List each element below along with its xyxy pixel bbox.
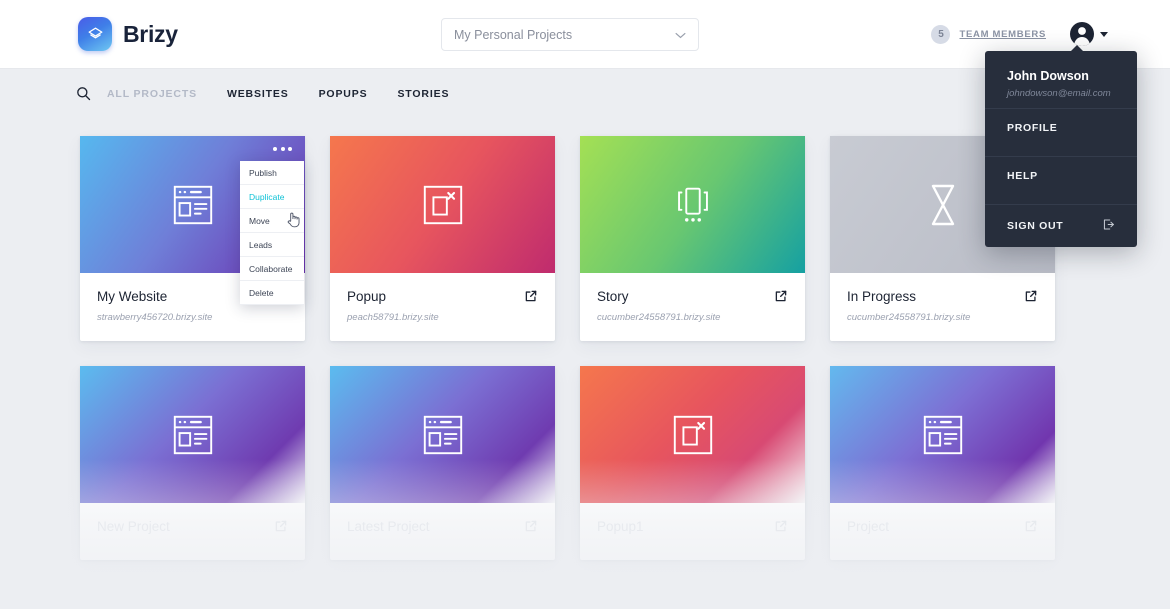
sub-navigation: ALL PROJECTS WEBSITES POPUPS STORIES: [76, 86, 479, 101]
card-url: cucumber24558791.brizy.site: [597, 312, 721, 323]
project-select-value: My Personal Projects: [454, 27, 573, 42]
projects-grid: Publish Duplicate Move Leads Collaborate…: [80, 136, 1092, 560]
menu-item-profile[interactable]: PROFILE: [985, 108, 1137, 147]
popup-close-icon: [423, 185, 462, 224]
brand-name: Brizy: [123, 20, 178, 47]
caret-down-icon: [1100, 31, 1108, 37]
card-context-menu: Publish Duplicate Move Leads Collaborate…: [240, 161, 304, 305]
project-card[interactable]: Popup peach58791.brizy.site: [330, 136, 555, 341]
subnav-item-stories[interactable]: STORIES: [397, 88, 449, 100]
card-title: New Project: [97, 519, 170, 534]
website-wireframe-icon: [923, 415, 962, 454]
team-members-count: 5: [931, 25, 951, 44]
website-wireframe-icon: [173, 415, 212, 454]
external-link-icon[interactable]: [524, 289, 538, 308]
popup-close-icon: [673, 415, 712, 454]
project-card[interactable]: New Project: [80, 366, 305, 560]
user-name: John Dowson: [1007, 69, 1089, 83]
project-card[interactable]: Latest Project: [330, 366, 555, 560]
context-menu-item-collaborate[interactable]: Collaborate: [240, 257, 304, 281]
user-email: johndowson@email.com: [1007, 88, 1111, 99]
pointer-hand-cursor-icon: [286, 211, 301, 233]
context-menu-item-leads[interactable]: Leads: [240, 233, 304, 257]
project-card[interactable]: Project: [830, 366, 1055, 560]
menu-item-help-label: HELP: [1007, 170, 1038, 182]
card-footer: Popup1: [580, 503, 805, 560]
team-members[interactable]: 5 TEAM MEMBERS: [931, 25, 1046, 44]
project-thumbnail[interactable]: Publish Duplicate Move Leads Collaborate…: [80, 136, 305, 305]
card-title: In Progress: [847, 289, 917, 304]
sign-out-icon: [1102, 218, 1115, 234]
user-avatar-icon: [1070, 22, 1094, 46]
card-footer: Popup peach58791.brizy.site: [330, 273, 555, 341]
card-title: Project: [847, 519, 890, 534]
subnav-item-all-projects[interactable]: ALL PROJECTS: [107, 88, 197, 100]
chevron-down-icon: [675, 26, 686, 44]
card-footer: New Project: [80, 503, 305, 560]
search-icon[interactable]: [76, 86, 91, 101]
project-thumbnail[interactable]: [330, 366, 555, 503]
external-link-icon[interactable]: [774, 519, 788, 538]
context-menu-item-publish[interactable]: Publish: [240, 161, 304, 185]
subnav-item-popups[interactable]: POPUPS: [319, 88, 368, 100]
user-dropdown-menu: John Dowson johndowson@email.com PROFILE…: [985, 45, 1137, 247]
website-wireframe-icon: [423, 415, 462, 454]
project-thumbnail[interactable]: [830, 366, 1055, 503]
card-footer: In Progress cucumber24558791.brizy.site: [830, 273, 1055, 341]
website-wireframe-icon: [173, 185, 212, 224]
external-link-icon[interactable]: [274, 519, 288, 538]
hourglass-icon: [931, 184, 954, 225]
external-link-icon[interactable]: [524, 519, 538, 538]
context-menu-item-duplicate[interactable]: Duplicate: [240, 185, 304, 209]
project-card[interactable]: Popup1: [580, 366, 805, 560]
brizy-layers-logo-icon: [78, 17, 112, 51]
account-menu-trigger[interactable]: [1070, 22, 1108, 46]
project-card[interactable]: Publish Duplicate Move Leads Collaborate…: [80, 136, 305, 341]
card-url: strawberry456720.brizy.site: [97, 312, 213, 323]
story-carousel-icon: [677, 187, 708, 222]
external-link-icon[interactable]: [1024, 519, 1038, 538]
card-url: cucumber24558791.brizy.site: [847, 312, 971, 323]
team-members-label: TEAM MEMBERS: [959, 29, 1046, 40]
card-footer: Latest Project: [330, 503, 555, 560]
project-thumbnail[interactable]: [80, 366, 305, 503]
menu-item-help[interactable]: HELP: [985, 156, 1137, 195]
subnav-item-websites[interactable]: WEBSITES: [227, 88, 289, 100]
card-title: Latest Project: [347, 519, 430, 534]
card-title: Story: [597, 289, 629, 304]
card-url: peach58791.brizy.site: [347, 312, 439, 323]
menu-item-sign-out[interactable]: SIGN OUT: [985, 204, 1137, 247]
card-title: Popup1: [597, 519, 644, 534]
card-footer: Story cucumber24558791.brizy.site: [580, 273, 805, 341]
project-thumbnail[interactable]: [580, 366, 805, 503]
project-thumbnail[interactable]: [330, 136, 555, 273]
project-card[interactable]: Story cucumber24558791.brizy.site: [580, 136, 805, 341]
external-link-icon[interactable]: [1024, 289, 1038, 308]
card-options-ellipsis-icon[interactable]: [273, 147, 292, 151]
project-select[interactable]: My Personal Projects: [441, 18, 699, 51]
card-footer: Project: [830, 503, 1055, 560]
menu-item-sign-out-label: SIGN OUT: [1007, 220, 1064, 232]
context-menu-item-delete[interactable]: Delete: [240, 281, 304, 305]
project-thumbnail[interactable]: [580, 136, 805, 273]
card-title: Popup: [347, 289, 387, 304]
brand[interactable]: Brizy: [78, 17, 178, 51]
external-link-icon[interactable]: [774, 289, 788, 308]
menu-item-profile-label: PROFILE: [1007, 122, 1058, 134]
